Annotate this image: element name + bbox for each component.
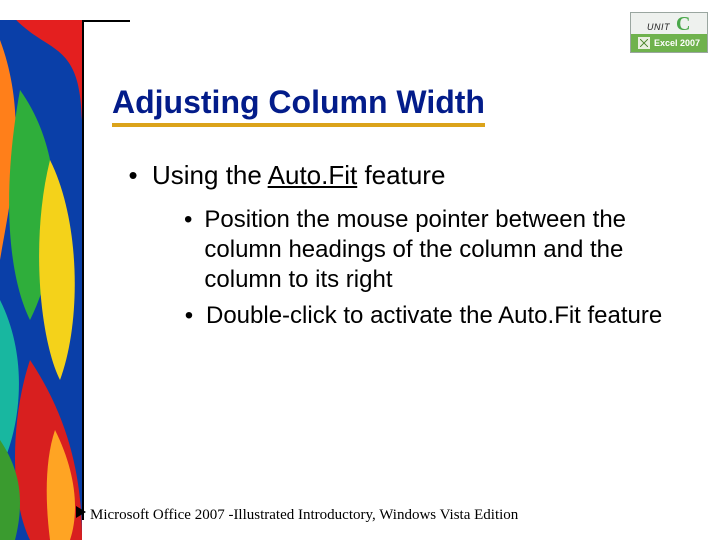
bullet-level1: • Using the Auto.Fit feature [128, 160, 668, 191]
excel-icon [638, 37, 650, 49]
unit-letter: C [676, 15, 691, 33]
slide-title: Adjusting Column Width [112, 84, 485, 127]
bullet-level2: • Double-click to activate the Auto.Fit … [184, 301, 668, 331]
title-text: Adjusting Column Width [112, 84, 485, 120]
frame-horizontal [82, 20, 130, 22]
slide-body: • Using the Auto.Fit feature • Position … [128, 160, 668, 337]
bullet-dot-icon: • [184, 205, 192, 295]
frame-vertical [82, 20, 84, 520]
title-underline [112, 123, 485, 127]
lvl1-prefix: Using the [152, 160, 268, 190]
bullet-level2-text: Double-click to activate the Auto.Fit fe… [206, 301, 662, 331]
bullet-level1-text: Using the Auto.Fit feature [152, 160, 445, 191]
bullet-dot-icon: • [184, 301, 194, 331]
unit-badge: UNIT C Excel 2007 [630, 12, 708, 53]
lvl1-emphasis: Auto.Fit [268, 160, 358, 190]
footer-text: Microsoft Office 2007 -Illustrated Intro… [90, 507, 518, 524]
footer-triangle-icon [76, 506, 86, 518]
decorative-sidebar [0, 0, 82, 540]
bullet-level2-text: Position the mouse pointer between the c… [204, 205, 668, 295]
bullet-level2: • Position the mouse pointer between the… [184, 205, 668, 295]
lvl1-suffix: feature [357, 160, 445, 190]
bullet-dot-icon: • [128, 160, 138, 191]
product-name: Excel 2007 [654, 38, 700, 48]
unit-label: UNIT [647, 22, 670, 32]
